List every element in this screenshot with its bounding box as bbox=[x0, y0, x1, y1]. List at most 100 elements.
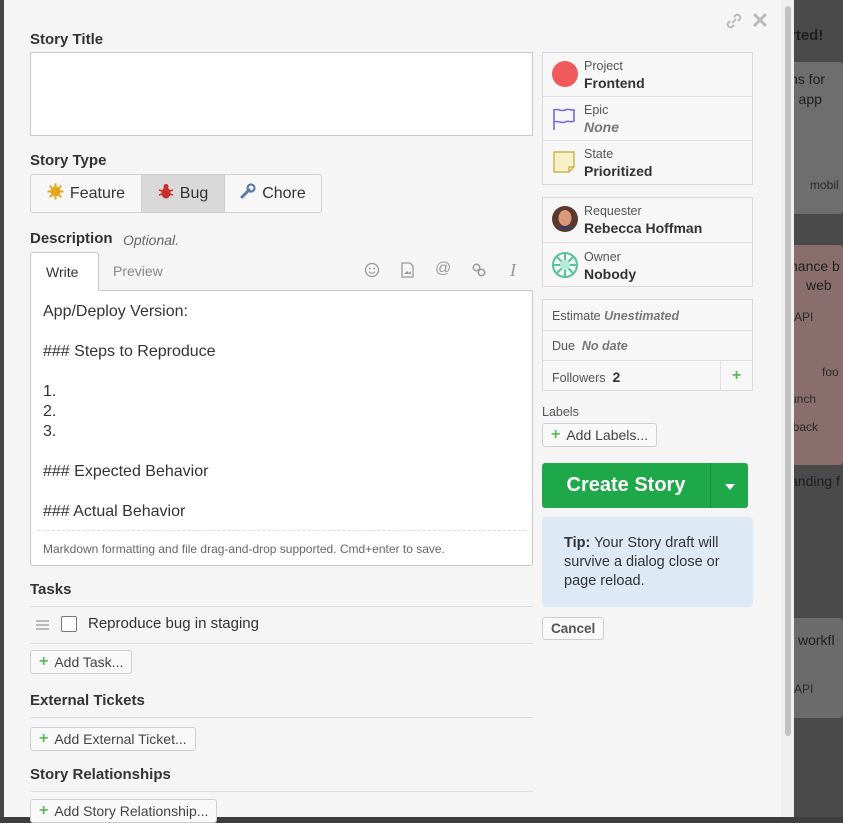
add-task-button[interactable]: + Add Task... bbox=[30, 650, 133, 674]
divider bbox=[30, 606, 533, 607]
plus-icon: + bbox=[551, 426, 561, 443]
add-task-label: Add Task... bbox=[54, 654, 124, 670]
epic-label: Epic bbox=[584, 103, 609, 117]
description-editor[interactable]: App/Deploy Version: ### Steps to Reprodu… bbox=[30, 290, 533, 566]
link-icon[interactable] bbox=[724, 11, 744, 36]
story-type-feature-button[interactable]: Feature bbox=[31, 175, 142, 212]
mention-icon[interactable]: @ bbox=[435, 260, 451, 278]
people-group: Requester Rebecca Hoffman Owner Nobody bbox=[542, 197, 753, 287]
chevron-down-icon bbox=[724, 478, 736, 494]
divider bbox=[30, 791, 533, 792]
close-icon[interactable] bbox=[751, 11, 769, 34]
create-options-button[interactable] bbox=[711, 463, 748, 508]
task-text[interactable]: Reproduce bug in staging bbox=[88, 615, 259, 632]
add-labels-label: Add Labels... bbox=[566, 427, 649, 443]
story-type-feature-label: Feature bbox=[69, 184, 126, 202]
emoji-icon[interactable] bbox=[364, 262, 380, 283]
add-labels-button[interactable]: + Add Labels... bbox=[542, 423, 658, 447]
create-story-button[interactable]: Create Story bbox=[542, 463, 711, 508]
owner-label: Owner bbox=[584, 250, 621, 264]
scrollbar-thumb[interactable] bbox=[785, 6, 791, 736]
add-external-ticket-button[interactable]: + Add External Ticket... bbox=[30, 727, 196, 751]
divider bbox=[30, 643, 533, 644]
description-label: Description bbox=[30, 230, 113, 247]
markdown-hint: Markdown formatting and file drag-and-dr… bbox=[43, 542, 445, 556]
italic-icon[interactable]: I bbox=[510, 260, 516, 281]
bg-text: lback bbox=[790, 420, 819, 434]
plus-icon: + bbox=[39, 653, 49, 670]
state-label: State bbox=[584, 147, 614, 161]
external-tickets-label: External Tickets bbox=[30, 692, 145, 709]
story-title-input[interactable] bbox=[30, 52, 533, 136]
description-line: ### Expected Behavior bbox=[43, 463, 209, 480]
feature-icon bbox=[47, 183, 64, 205]
plus-icon: + bbox=[39, 730, 49, 747]
bg-text: foo bbox=[822, 365, 839, 379]
followers-count: 2 bbox=[612, 369, 621, 385]
bug-icon bbox=[158, 183, 174, 205]
bg-text: web bbox=[806, 277, 832, 293]
bg-text: anding f bbox=[790, 473, 840, 489]
epic-field[interactable]: Epic None bbox=[543, 97, 752, 141]
drag-handle-icon[interactable] bbox=[36, 618, 49, 636]
project-field[interactable]: Project Frontend bbox=[543, 53, 752, 97]
story-type-bug-button[interactable]: Bug bbox=[142, 175, 225, 212]
planning-group: Estimate Unestimated Due No date Followe… bbox=[542, 299, 753, 391]
due-value: No date bbox=[581, 339, 628, 353]
bg-text: API bbox=[794, 310, 814, 324]
description-line: App/Deploy Version: bbox=[43, 303, 188, 320]
bg-text: ns for bbox=[790, 71, 826, 87]
tab-preview[interactable]: Preview bbox=[113, 263, 163, 279]
description-line: 3. bbox=[43, 423, 57, 440]
tip-label: Tip: bbox=[564, 535, 591, 551]
estimate-label: Estimate bbox=[552, 309, 601, 323]
story-type-chore-button[interactable]: Chore bbox=[225, 175, 321, 212]
owner-value: Nobody bbox=[584, 266, 637, 282]
add-story-relationship-button[interactable]: + Add Story Relationship... bbox=[30, 799, 218, 823]
requester-label: Requester bbox=[584, 204, 642, 218]
task-checkbox[interactable] bbox=[61, 616, 77, 632]
story-title-label: Story Title bbox=[30, 31, 104, 48]
description-optional-hint: Optional. bbox=[123, 232, 180, 248]
bg-text: hance b bbox=[790, 258, 840, 274]
estimate-field[interactable]: Estimate Unestimated bbox=[543, 300, 752, 331]
description-line: ### Steps to Reproduce bbox=[43, 343, 216, 360]
owner-placeholder-avatar bbox=[551, 251, 579, 284]
add-follower-button[interactable]: + bbox=[720, 361, 752, 391]
story-type-bug-label: Bug bbox=[179, 184, 209, 202]
story-type-label: Story Type bbox=[30, 152, 107, 169]
wrench-icon bbox=[240, 183, 256, 204]
estimate-value: Unestimated bbox=[604, 309, 680, 323]
editor-divider bbox=[37, 530, 526, 531]
story-type-chore-label: Chore bbox=[262, 184, 306, 202]
due-date-field[interactable]: Due No date bbox=[543, 331, 752, 361]
bg-text: mobil bbox=[810, 178, 839, 192]
requester-avatar bbox=[551, 205, 579, 238]
tab-write[interactable]: Write bbox=[30, 252, 99, 291]
state-field[interactable]: State Prioritized bbox=[543, 141, 752, 185]
draft-tip: Tip: Your Story draft will survive a dia… bbox=[542, 517, 753, 607]
bg-text: r app bbox=[790, 91, 822, 107]
plus-icon: + bbox=[731, 367, 742, 384]
project-value: Frontend bbox=[584, 75, 645, 91]
bg-text: workfl bbox=[798, 632, 835, 648]
bg-text: API bbox=[794, 682, 814, 696]
story-type-selector: Feature Bug Chore bbox=[30, 174, 322, 213]
create-story-split-button: Create Story bbox=[542, 463, 748, 508]
tab-write-label: Write bbox=[46, 264, 79, 280]
add-external-ticket-label: Add External Ticket... bbox=[54, 731, 187, 747]
description-line: ### Actual Behavior bbox=[43, 503, 186, 520]
cancel-button[interactable]: Cancel bbox=[542, 617, 605, 640]
tasks-label: Tasks bbox=[30, 581, 72, 598]
bg-text: rted! bbox=[790, 27, 824, 44]
divider bbox=[30, 717, 533, 718]
followers-field[interactable]: Followers 2 + bbox=[543, 361, 752, 392]
link-insert-icon[interactable] bbox=[471, 262, 487, 283]
epic-flag-icon bbox=[551, 106, 577, 137]
project-color-icon bbox=[551, 60, 579, 93]
epic-value: None bbox=[584, 119, 619, 135]
image-icon[interactable] bbox=[400, 262, 415, 283]
requester-field[interactable]: Requester Rebecca Hoffman bbox=[543, 198, 752, 243]
owner-field[interactable]: Owner Nobody bbox=[543, 243, 752, 288]
requester-value: Rebecca Hoffman bbox=[584, 220, 703, 236]
